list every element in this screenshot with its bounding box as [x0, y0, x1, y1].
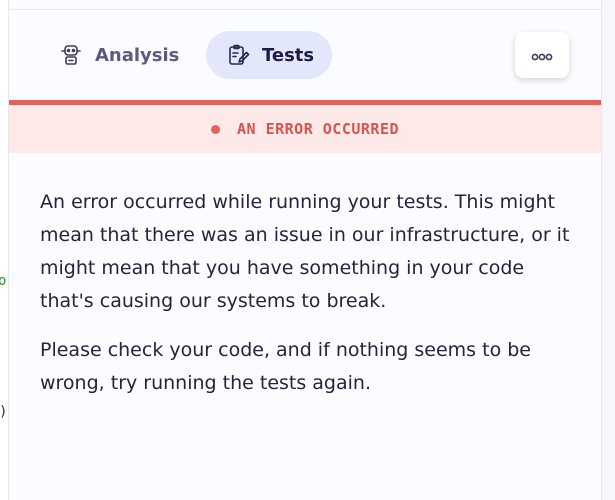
tab-analysis[interactable]: Analysis [43, 31, 193, 79]
more-options-button[interactable] [515, 32, 569, 78]
more-dots-icon [531, 46, 553, 65]
error-status-dot-icon [210, 124, 220, 134]
editor-edge: o ) [0, 0, 9, 500]
tab-label: Analysis [95, 44, 180, 66]
tab-label: Tests [262, 44, 315, 66]
code-fragment: o [0, 273, 7, 289]
panel-tabs: Analysis Tests [43, 31, 332, 79]
clipboard-pencil-icon [226, 43, 250, 67]
error-description: An error occurred while running your tes… [40, 191, 570, 312]
code-fragment: ) [0, 404, 7, 420]
error-title: AN ERROR OCCURRED [236, 120, 400, 138]
tab-tests[interactable]: Tests [206, 31, 332, 79]
panel-top-border [9, 9, 601, 10]
error-instruction: Please check your code, and if nothing s… [40, 339, 531, 394]
error-message: An error occurred while running your tes… [40, 186, 580, 400]
robot-icon [59, 43, 83, 67]
scrollbar-track[interactable] [601, 0, 615, 500]
error-banner: AN ERROR OCCURRED [9, 100, 601, 153]
